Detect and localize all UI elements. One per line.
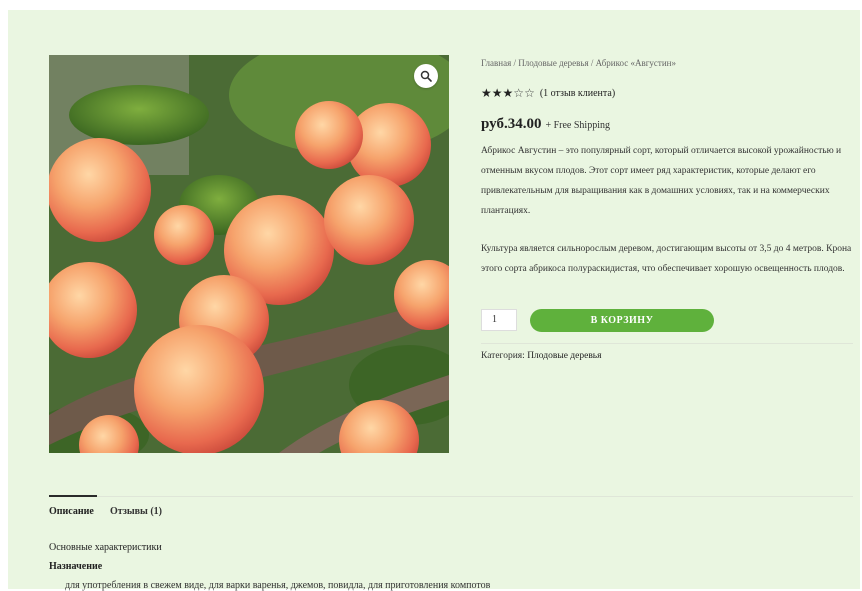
product-rating: ★★★☆☆ (1 отзыв клиента) <box>481 86 615 101</box>
shipping-note: + Free Shipping <box>545 120 610 131</box>
tab-description[interactable]: Описание <box>49 506 94 517</box>
price-line: руб.34.00 + Free Shipping <box>481 116 610 133</box>
add-to-cart-button[interactable]: В КОРЗИНУ <box>530 309 714 332</box>
divider <box>481 343 853 344</box>
short-description-1: Абрикос Августин – это популярный сорт, … <box>481 146 842 216</box>
short-description-2: Культура является сильнорослым деревом, … <box>481 244 852 274</box>
apricot-photo <box>49 55 449 453</box>
review-count-link[interactable]: (1 отзыв клиента) <box>540 88 615 99</box>
usage-text: для употребления в свежем виде, для варк… <box>65 580 491 591</box>
breadcrumb-category[interactable]: Плодовые деревья <box>518 58 588 68</box>
star-icon: ★ <box>502 86 514 100</box>
quantity-input[interactable]: 1 <box>481 309 517 331</box>
zoom-button[interactable] <box>414 64 438 88</box>
breadcrumb-home[interactable]: Главная <box>481 58 511 68</box>
product-price: руб.34.00 <box>481 116 542 132</box>
category-link[interactable]: Плодовые деревья <box>527 351 601 361</box>
star-icon: ☆ <box>513 86 525 100</box>
star-icon: ★ <box>481 86 492 100</box>
star-icon: ☆ <box>524 86 535 100</box>
product-meta: Категория: Плодовые деревья <box>481 351 602 361</box>
breadcrumb-current: Абрикос «Августин» <box>595 58 676 68</box>
star-icon: ★ <box>491 86 503 100</box>
category-label: Категория: <box>481 351 525 361</box>
active-tab-indicator <box>49 495 97 497</box>
product-image[interactable] <box>49 55 449 453</box>
tab-reviews[interactable]: Отзывы (1) <box>110 506 162 517</box>
magnifier-icon <box>420 70 432 82</box>
purpose-heading: Назначение <box>49 561 103 572</box>
star-rating: ★★★☆☆ <box>481 86 535 101</box>
characteristics-heading: Основные характеристики <box>49 542 162 553</box>
breadcrumb: Главная / Плодовые деревья / Абрикос «Ав… <box>481 58 676 68</box>
tabs-divider <box>49 496 853 497</box>
breadcrumb-separator: / <box>588 58 596 68</box>
